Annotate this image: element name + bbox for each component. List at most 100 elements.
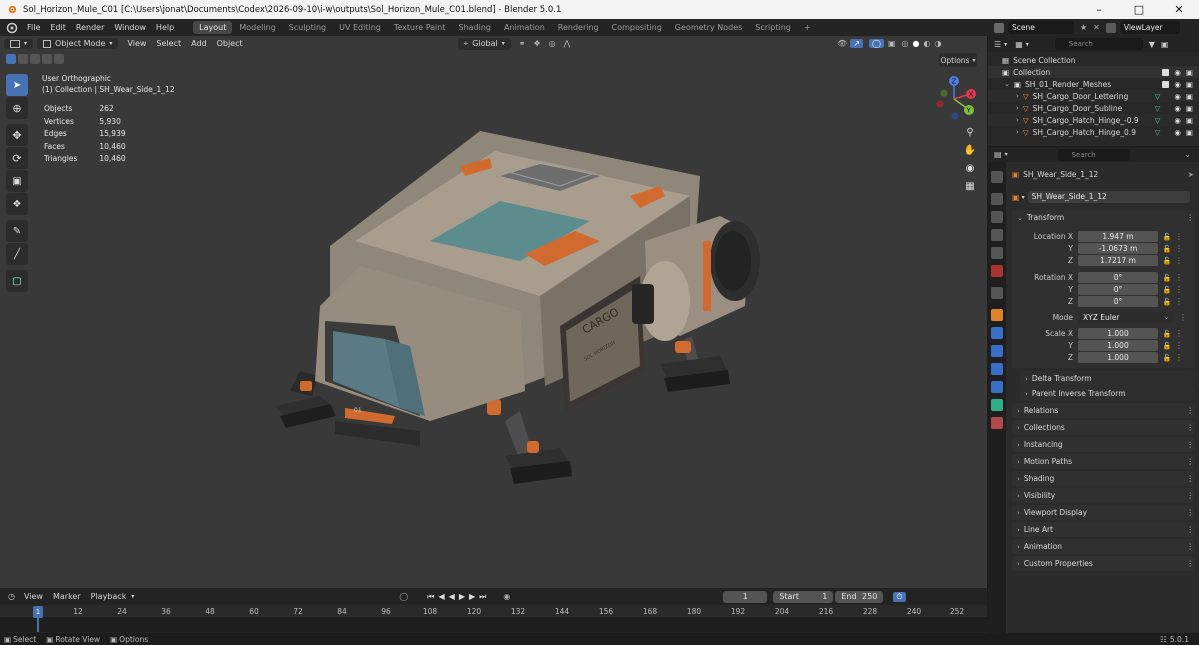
viewport-menu-view[interactable]: View [122, 39, 151, 48]
panel-line-art[interactable]: › Line Art ⋮ [1012, 522, 1194, 537]
3d-viewport[interactable]: CARGO SOL HORIZON 01 [0, 36, 987, 588]
animate-property-icon[interactable]: ⋮ [1173, 285, 1185, 294]
snap-icon[interactable]: ❖ [529, 39, 544, 48]
play-reverse-icon[interactable]: ◀ [447, 592, 457, 601]
data-tab-icon[interactable] [991, 399, 1003, 411]
workspace-tab-layout[interactable]: Layout [193, 21, 233, 34]
timeline-sync-icon[interactable]: ⏱ [893, 591, 906, 602]
panel-collections[interactable]: › Collections ⋮ [1012, 420, 1194, 435]
panel-custom-properties[interactable]: › Custom Properties ⋮ [1012, 556, 1194, 571]
eye-icon[interactable]: ◉ [1174, 104, 1181, 113]
panel-animation[interactable]: › Animation ⋮ [1012, 539, 1194, 554]
panel-motion-paths[interactable]: › Motion Paths ⋮ [1012, 454, 1194, 469]
rendered-shading-icon[interactable]: ◑ [932, 39, 943, 48]
outliner-row-object[interactable]: › ▽ SH_Cargo_Door_Lettering ▽ ◉ ▣ [988, 90, 1199, 102]
select-tool-button[interactable]: ➤ [6, 74, 28, 96]
eye-icon[interactable]: ◉ [1174, 80, 1181, 89]
gizmo-neg-y[interactable] [940, 89, 948, 97]
datablock-name-field[interactable]: SH_Wear_Side_1_12 [1027, 191, 1190, 203]
scene-name-field[interactable]: Scene [1008, 21, 1074, 34]
lock-icon[interactable]: 🔓 [1161, 233, 1173, 241]
workspace-tab-texture-paint[interactable]: Texture Paint [388, 21, 452, 34]
timeline-menu-view[interactable]: View [19, 592, 48, 601]
output-tab-icon[interactable] [991, 211, 1003, 223]
drag-handle-icon[interactable]: ⋮ [1187, 491, 1195, 500]
drag-handle-icon[interactable]: ⋮ [1187, 508, 1195, 517]
falloff-icon[interactable]: ⋀ [560, 39, 575, 48]
lock-icon[interactable]: 🔓 [1161, 354, 1173, 362]
animate-property-icon[interactable]: ⋮ [1173, 232, 1185, 241]
animate-property-icon[interactable]: ⋮ [1173, 341, 1185, 350]
rotation-x-field[interactable]: 0° [1078, 272, 1158, 283]
drag-handle-icon[interactable]: ⋮ [1187, 406, 1195, 415]
menu-help[interactable]: Help [151, 19, 179, 36]
pan-hand-icon[interactable]: ✋ [963, 145, 977, 159]
outliner-row-object[interactable]: › ▽ SH_Cargo_Hatch_Hinge_0.9 ▽ ◉ ▣ [988, 126, 1199, 138]
wireframe-shading-icon[interactable]: ◎ [900, 39, 911, 48]
viewport-menu-select[interactable]: Select [151, 39, 186, 48]
add-workspace-button[interactable]: + [798, 21, 817, 34]
camera-view-icon[interactable]: ◉ [963, 163, 977, 177]
drag-handle-icon[interactable]: ⋮ [1187, 440, 1195, 449]
next-keyframe-icon[interactable]: ▶ [467, 592, 477, 601]
mode-dropdown[interactable]: Object Mode ▾ [37, 38, 119, 49]
drag-handle-icon[interactable]: ⋮ [1187, 559, 1195, 568]
eye-icon[interactable]: ◉ [1174, 92, 1181, 101]
workspace-tab-shading[interactable]: Shading [452, 21, 497, 34]
select-intersect-icon[interactable] [54, 54, 64, 64]
location-y-field[interactable]: -1.0673 m [1078, 243, 1158, 254]
render-tab-icon[interactable] [991, 193, 1003, 205]
rotation-mode-dropdown[interactable]: XYZ Euler ⌄ [1078, 312, 1173, 323]
workspace-tab-geometry-nodes[interactable]: Geometry Nodes [669, 21, 748, 34]
animate-property-icon[interactable]: ⋮ [1173, 244, 1185, 253]
keying-set-icon[interactable]: ◉ [500, 592, 513, 601]
workspace-tab-modeling[interactable]: Modeling [233, 21, 281, 34]
drag-handle-icon[interactable]: ⋮ [1187, 423, 1195, 432]
collection-tab-icon[interactable] [991, 287, 1003, 299]
location-x-field[interactable]: 1.947 m [1078, 231, 1158, 242]
constraints-tab-icon[interactable] [991, 381, 1003, 393]
menu-window[interactable]: Window [109, 19, 151, 36]
drag-handle-icon[interactable]: ⋮ [1187, 525, 1195, 534]
viewport-menu-object[interactable]: Object [212, 39, 248, 48]
checkbox-icon[interactable] [1162, 80, 1170, 88]
editor-type-dropdown[interactable]: ▾ [4, 38, 34, 49]
start-frame-field[interactable]: Start 1 [773, 590, 834, 603]
parent-inverse-subpanel[interactable]: › Parent Inverse Transform [1020, 386, 1194, 401]
workspace-tab-scripting[interactable]: Scripting [749, 21, 797, 34]
gizmo-neg-x[interactable] [936, 100, 944, 108]
keyframe-auto-icon[interactable]: ◯ [396, 592, 411, 601]
gizmo-neg-z[interactable] [951, 112, 959, 120]
close-button[interactable]: ✕ [1159, 0, 1199, 19]
eye-icon[interactable]: ◉ [1174, 68, 1181, 77]
expand-right-icon[interactable]: › [1016, 104, 1019, 112]
solid-shading-icon[interactable]: ● [911, 39, 922, 48]
panel-relations[interactable]: › Relations ⋮ [1012, 403, 1194, 418]
workspace-tab-uv-editing[interactable]: UV Editing [333, 21, 387, 34]
select-extend-icon[interactable] [18, 54, 28, 64]
timeline-menu-marker[interactable]: Marker [48, 592, 86, 601]
outliner-editor-icon[interactable]: ☰ [994, 40, 1001, 49]
transform-orientation-dropdown[interactable]: ⌖ Global ▾ [457, 37, 511, 50]
expand-right-icon[interactable]: › [1016, 116, 1019, 124]
lock-icon[interactable]: 🔓 [1161, 330, 1173, 338]
jump-start-icon[interactable]: ⏮ [425, 592, 436, 602]
pin-icon[interactable]: ➤ [1188, 170, 1194, 179]
animate-property-icon[interactable]: ⋮ [1173, 329, 1185, 338]
lock-icon[interactable]: 🔓 [1161, 298, 1173, 306]
display-mode-icon[interactable]: ▦ [1015, 40, 1023, 49]
timeline-ruler[interactable]: 1 12 24 36 48 60 72 84 96 108 120 132 14… [0, 605, 987, 617]
current-frame-field[interactable]: 1 [723, 590, 768, 603]
delta-transform-subpanel[interactable]: › Delta Transform [1020, 371, 1194, 386]
timeline-menu-playback[interactable]: Playback [86, 592, 132, 601]
properties-search-input[interactable]: Search [1057, 148, 1130, 161]
maximize-button[interactable]: □ [1119, 0, 1159, 19]
expand-right-icon[interactable]: › [1016, 128, 1019, 136]
camera-icon[interactable]: ▣ [1186, 128, 1193, 137]
scale-x-field[interactable]: 1.000 [1078, 328, 1158, 339]
lock-icon[interactable]: 🔓 [1161, 245, 1173, 253]
timeline-track-area[interactable] [0, 617, 987, 632]
remove-scene-icon[interactable]: ✕ [1093, 23, 1100, 32]
animate-property-icon[interactable]: ⋮ [1173, 256, 1185, 265]
zoom-icon[interactable]: ⚲ [963, 127, 977, 141]
